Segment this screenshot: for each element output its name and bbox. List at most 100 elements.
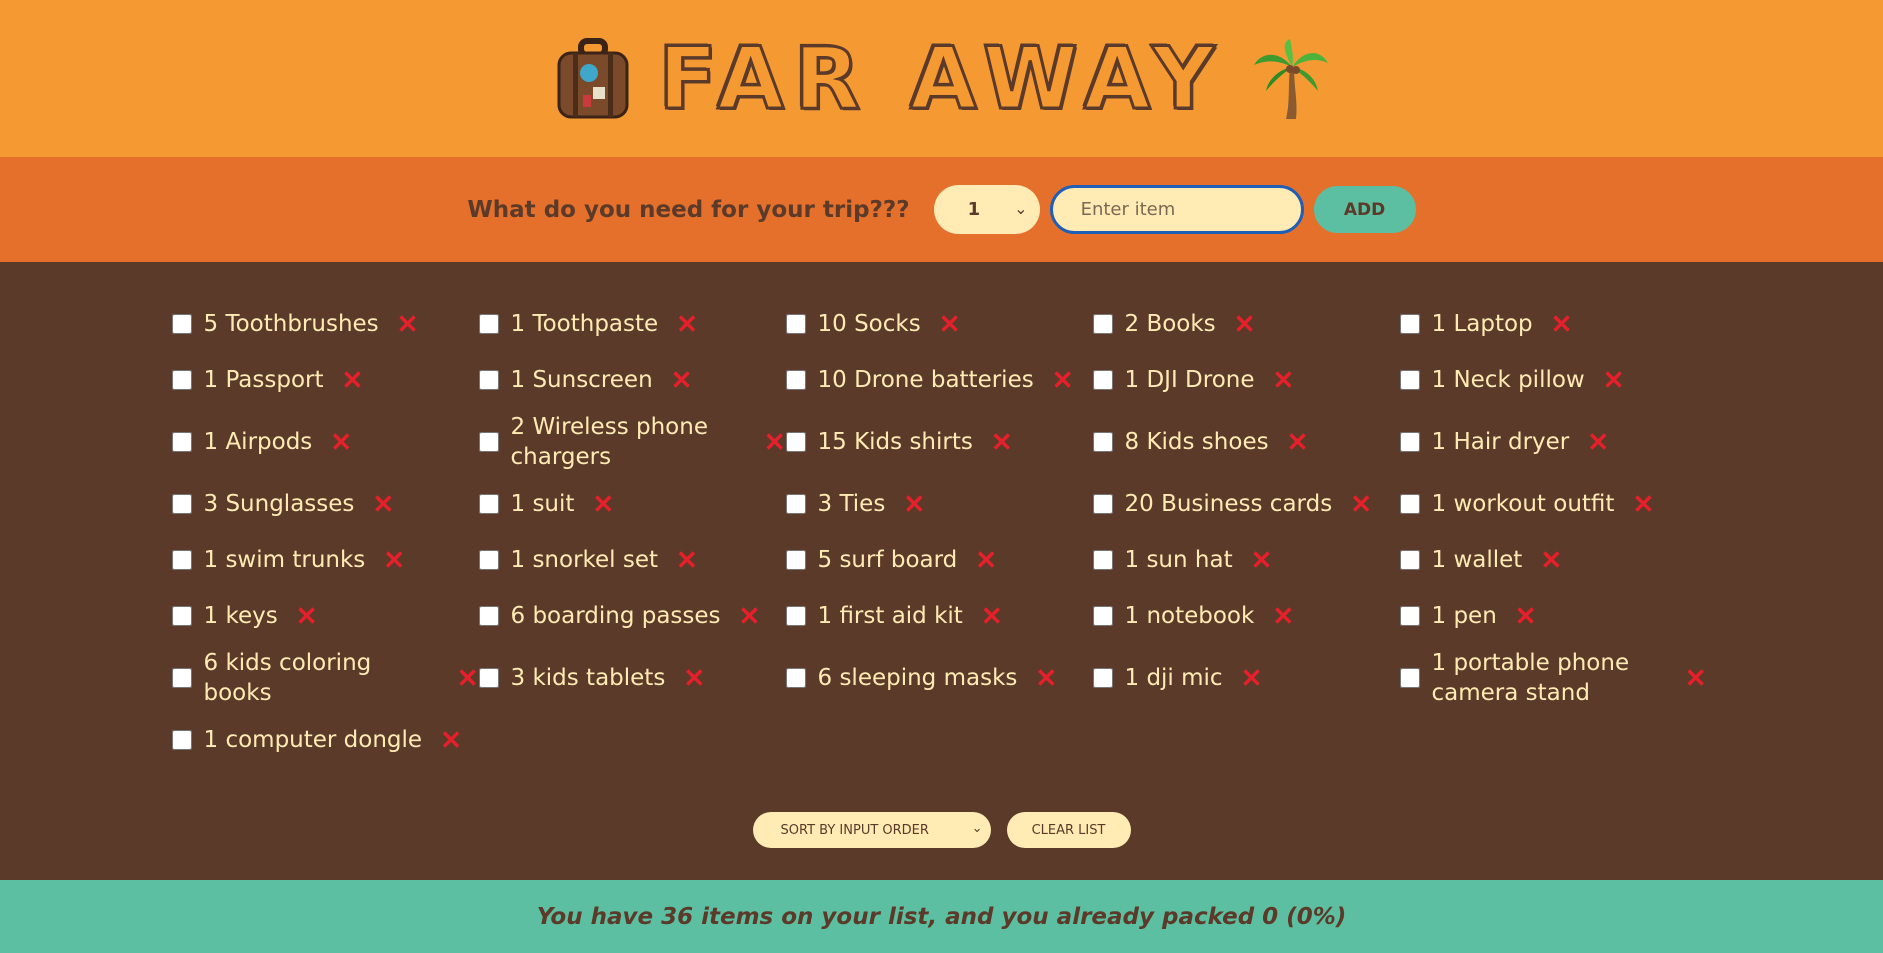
delete-icon[interactable]: ✕ xyxy=(1272,603,1294,629)
app-title: FAR AWAY xyxy=(657,27,1225,130)
packed-checkbox[interactable] xyxy=(478,494,499,514)
clear-list-button[interactable]: CLEAR LIST xyxy=(1006,812,1131,848)
packed-checkbox[interactable] xyxy=(478,314,499,334)
delete-icon[interactable]: ✕ xyxy=(676,311,698,337)
quantity-select[interactable]: 1 xyxy=(933,185,1040,234)
item-label: 1 Sunscreen xyxy=(510,367,653,393)
delete-icon[interactable]: ✕ xyxy=(1273,367,1295,393)
item-label: 6 kids coloring books xyxy=(203,650,372,706)
delete-icon[interactable]: ✕ xyxy=(1234,311,1256,337)
delete-icon[interactable]: ✕ xyxy=(1052,367,1074,393)
list-item: 1 Laptop ✕ xyxy=(1399,296,1707,352)
delete-icon[interactable]: ✕ xyxy=(671,367,693,393)
packed-checkbox[interactable] xyxy=(785,432,806,452)
item-label: 1 dji mic xyxy=(1124,665,1223,691)
packed-checkbox[interactable] xyxy=(171,730,192,750)
packed-checkbox[interactable] xyxy=(478,668,499,688)
packed-checkbox[interactable] xyxy=(1092,550,1113,570)
delete-icon[interactable]: ✕ xyxy=(975,547,997,573)
item-input[interactable] xyxy=(1049,185,1304,234)
list-item: 1 Neck pillow ✕ xyxy=(1399,352,1707,408)
delete-icon[interactable]: ✕ xyxy=(1251,547,1273,573)
packed-checkbox[interactable] xyxy=(1399,606,1420,626)
packed-checkbox[interactable] xyxy=(171,606,192,626)
delete-icon[interactable]: ✕ xyxy=(1587,429,1609,455)
list-item: 5 surf board ✕ xyxy=(785,532,1093,588)
sort-select[interactable]: SORT BY INPUT ORDER xyxy=(752,812,991,848)
delete-icon[interactable]: ✕ xyxy=(457,665,479,691)
delete-icon[interactable]: ✕ xyxy=(1241,665,1263,691)
packed-checkbox[interactable] xyxy=(1092,606,1113,626)
delete-icon[interactable]: ✕ xyxy=(739,603,761,629)
delete-icon[interactable]: ✕ xyxy=(1035,665,1057,691)
packed-checkbox[interactable] xyxy=(1399,370,1420,390)
packed-checkbox[interactable] xyxy=(785,550,806,570)
packed-checkbox[interactable] xyxy=(1092,668,1113,688)
delete-icon[interactable]: ✕ xyxy=(676,547,698,573)
item-label: 2 Wireless phone chargers xyxy=(510,414,708,470)
packed-checkbox[interactable] xyxy=(1399,494,1420,514)
delete-icon[interactable]: ✕ xyxy=(330,429,352,455)
list-item: 1 snorkel set ✕ xyxy=(478,532,786,588)
delete-icon[interactable]: ✕ xyxy=(764,429,786,455)
packed-checkbox[interactable] xyxy=(171,314,192,334)
delete-icon[interactable]: ✕ xyxy=(991,429,1013,455)
item-label: 6 sleeping masks xyxy=(817,665,1018,691)
packed-checkbox[interactable] xyxy=(478,550,499,570)
packed-checkbox[interactable] xyxy=(1399,314,1420,334)
item-label: 1 first aid kit xyxy=(817,603,963,629)
packed-checkbox[interactable] xyxy=(1092,314,1113,334)
delete-icon[interactable]: ✕ xyxy=(981,603,1003,629)
delete-icon[interactable]: ✕ xyxy=(383,547,405,573)
add-button[interactable]: ADD xyxy=(1313,186,1416,233)
packed-checkbox[interactable] xyxy=(785,668,806,688)
packed-checkbox[interactable] xyxy=(785,314,806,334)
delete-icon[interactable]: ✕ xyxy=(1632,491,1654,517)
packed-checkbox[interactable] xyxy=(785,494,806,514)
list-item: 1 Airpods ✕ xyxy=(171,408,479,476)
item-label: 1 Laptop xyxy=(1431,311,1533,337)
packed-checkbox[interactable] xyxy=(478,370,499,390)
packed-checkbox[interactable] xyxy=(478,606,499,626)
packed-checkbox[interactable] xyxy=(1399,668,1420,688)
packed-checkbox[interactable] xyxy=(171,494,192,514)
packed-checkbox[interactable] xyxy=(785,370,806,390)
packed-checkbox[interactable] xyxy=(171,668,192,688)
list-item: 3 kids tablets ✕ xyxy=(478,644,786,712)
delete-icon[interactable]: ✕ xyxy=(342,367,364,393)
packed-checkbox[interactable] xyxy=(171,550,192,570)
packed-checkbox[interactable] xyxy=(1399,550,1420,570)
delete-icon[interactable]: ✕ xyxy=(903,491,925,517)
delete-icon[interactable]: ✕ xyxy=(372,491,394,517)
delete-icon[interactable]: ✕ xyxy=(1540,547,1562,573)
list-item: 1 keys ✕ xyxy=(171,588,479,644)
packed-checkbox[interactable] xyxy=(478,432,499,452)
delete-icon[interactable]: ✕ xyxy=(397,311,419,337)
delete-icon[interactable]: ✕ xyxy=(592,491,614,517)
delete-icon[interactable]: ✕ xyxy=(296,603,318,629)
packed-checkbox[interactable] xyxy=(171,432,192,452)
item-label: 1 wallet xyxy=(1431,547,1523,573)
delete-icon[interactable]: ✕ xyxy=(1515,603,1537,629)
item-label: 1 workout outfit xyxy=(1431,491,1615,517)
item-label: 1 portable phone camera stand xyxy=(1431,650,1630,706)
list-item: 1 sun hat ✕ xyxy=(1092,532,1400,588)
delete-icon[interactable]: ✕ xyxy=(440,727,462,753)
delete-icon[interactable]: ✕ xyxy=(939,311,961,337)
packed-checkbox[interactable] xyxy=(785,606,806,626)
delete-icon[interactable]: ✕ xyxy=(683,665,705,691)
delete-icon[interactable]: ✕ xyxy=(1551,311,1573,337)
packed-checkbox[interactable] xyxy=(1399,432,1420,452)
delete-icon[interactable]: ✕ xyxy=(1685,665,1707,691)
item-label: 2 Books xyxy=(1124,311,1216,337)
form-question: What do you need for your trip??? xyxy=(467,196,910,223)
delete-icon[interactable]: ✕ xyxy=(1350,491,1372,517)
packed-checkbox[interactable] xyxy=(1092,370,1113,390)
packed-checkbox[interactable] xyxy=(171,370,192,390)
delete-icon[interactable]: ✕ xyxy=(1287,429,1309,455)
delete-icon[interactable]: ✕ xyxy=(1603,367,1625,393)
app-header: FAR AWAY xyxy=(0,0,1883,157)
packed-checkbox[interactable] xyxy=(1092,432,1113,452)
list-item: 1 portable phone camera stand ✕ xyxy=(1399,644,1707,712)
packed-checkbox[interactable] xyxy=(1092,494,1113,514)
